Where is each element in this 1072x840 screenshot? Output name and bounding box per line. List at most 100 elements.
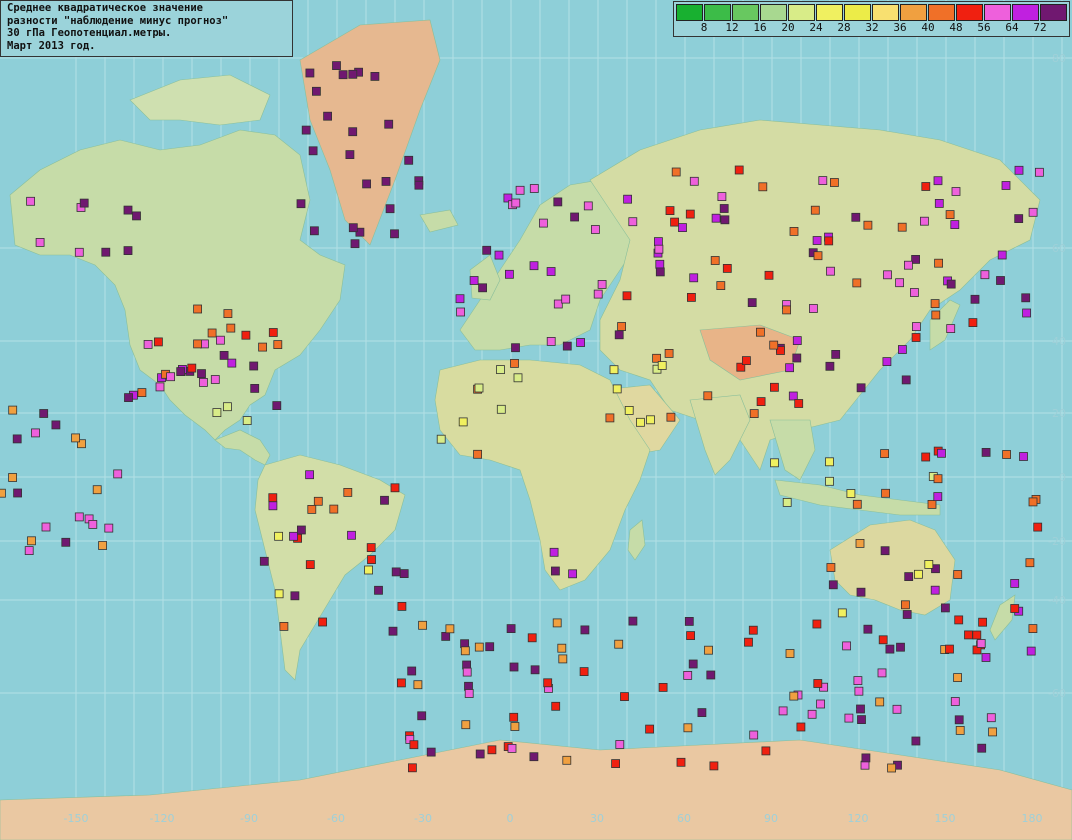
legend-swatch (732, 4, 759, 21)
station-marker (844, 713, 854, 723)
station-marker (934, 258, 943, 268)
station-marker (895, 278, 904, 288)
station-marker (553, 299, 563, 309)
legend-swatch (676, 4, 703, 21)
longitude-label: 180 (1022, 812, 1043, 825)
station-marker (816, 699, 825, 709)
legend-swatch (1040, 4, 1067, 21)
station-marker (996, 276, 1005, 285)
station-marker (51, 420, 61, 430)
legend-label: 16 (753, 21, 767, 34)
station-marker (98, 541, 107, 550)
station-marker (716, 281, 726, 291)
station-marker (945, 644, 954, 654)
station-marker (24, 546, 34, 555)
station-marker (552, 618, 562, 628)
station-marker (384, 119, 394, 129)
station-marker (970, 294, 980, 304)
station-marker (539, 218, 548, 228)
station-marker (812, 619, 822, 629)
station-marker (687, 292, 696, 302)
legend-swatch (1012, 4, 1039, 21)
station-marker (31, 428, 40, 438)
station-marker (305, 470, 315, 480)
longitude-label: 90 (764, 812, 778, 825)
station-marker (624, 405, 634, 415)
station-marker (683, 723, 693, 733)
station-marker (863, 624, 873, 634)
station-marker (654, 244, 664, 254)
legend-label: 40 (921, 21, 935, 34)
station-marker (388, 626, 398, 636)
station-marker (74, 512, 84, 522)
station-marker (912, 322, 921, 332)
station-marker (860, 760, 870, 770)
station-marker (27, 536, 36, 546)
station-marker (511, 343, 520, 353)
station-marker (761, 746, 771, 756)
station-marker (852, 499, 862, 509)
station-marker (397, 602, 407, 611)
station-marker (546, 336, 556, 346)
station-marker (176, 367, 186, 377)
station-marker (441, 632, 451, 641)
station-marker (856, 587, 866, 597)
legend-label: 28 (837, 21, 851, 34)
station-marker (770, 382, 779, 392)
latitude-label: -20 (1048, 535, 1066, 548)
station-marker (828, 580, 838, 590)
station-marker (551, 701, 561, 711)
station-marker (778, 706, 788, 716)
station-marker (972, 630, 982, 640)
station-marker (825, 457, 834, 467)
station-marker (986, 713, 996, 723)
station-marker (749, 730, 759, 740)
station-marker (794, 399, 804, 408)
legend-swatch (928, 4, 955, 21)
station-marker (831, 349, 841, 359)
station-marker (671, 167, 681, 177)
station-marker (546, 267, 556, 276)
station-marker (197, 369, 206, 379)
station-marker (720, 215, 730, 225)
station-marker (367, 555, 376, 564)
station-marker (309, 226, 319, 236)
station-marker (338, 70, 348, 80)
station-marker (810, 205, 820, 215)
station-marker (529, 184, 539, 193)
station-marker (390, 483, 400, 493)
station-marker (226, 323, 236, 333)
station-marker (348, 223, 358, 233)
station-marker (1028, 624, 1038, 633)
station-marker (658, 683, 668, 692)
station-marker (407, 763, 417, 773)
station-marker (853, 676, 863, 685)
station-marker (296, 199, 306, 209)
station-marker (683, 671, 693, 680)
station-marker (137, 388, 147, 398)
station-marker (785, 649, 795, 658)
station-marker (318, 617, 328, 627)
station-marker (1028, 497, 1038, 507)
station-marker (898, 345, 907, 354)
station-marker (313, 496, 323, 506)
station-marker (308, 146, 318, 156)
station-marker (273, 340, 283, 350)
station-marker (620, 692, 629, 701)
station-marker (933, 474, 943, 484)
station-marker (1028, 207, 1038, 217)
station-marker (13, 488, 23, 498)
station-marker (513, 373, 523, 383)
station-marker (689, 273, 699, 283)
station-marker (507, 744, 517, 753)
station-marker (1001, 181, 1011, 190)
station-marker (769, 340, 779, 350)
station-marker (41, 522, 51, 532)
station-marker (813, 679, 823, 688)
station-marker (911, 333, 921, 342)
station-marker (1010, 579, 1020, 588)
station-marker (485, 642, 495, 652)
station-marker (332, 61, 341, 70)
station-marker (748, 625, 758, 635)
station-marker (981, 447, 991, 457)
